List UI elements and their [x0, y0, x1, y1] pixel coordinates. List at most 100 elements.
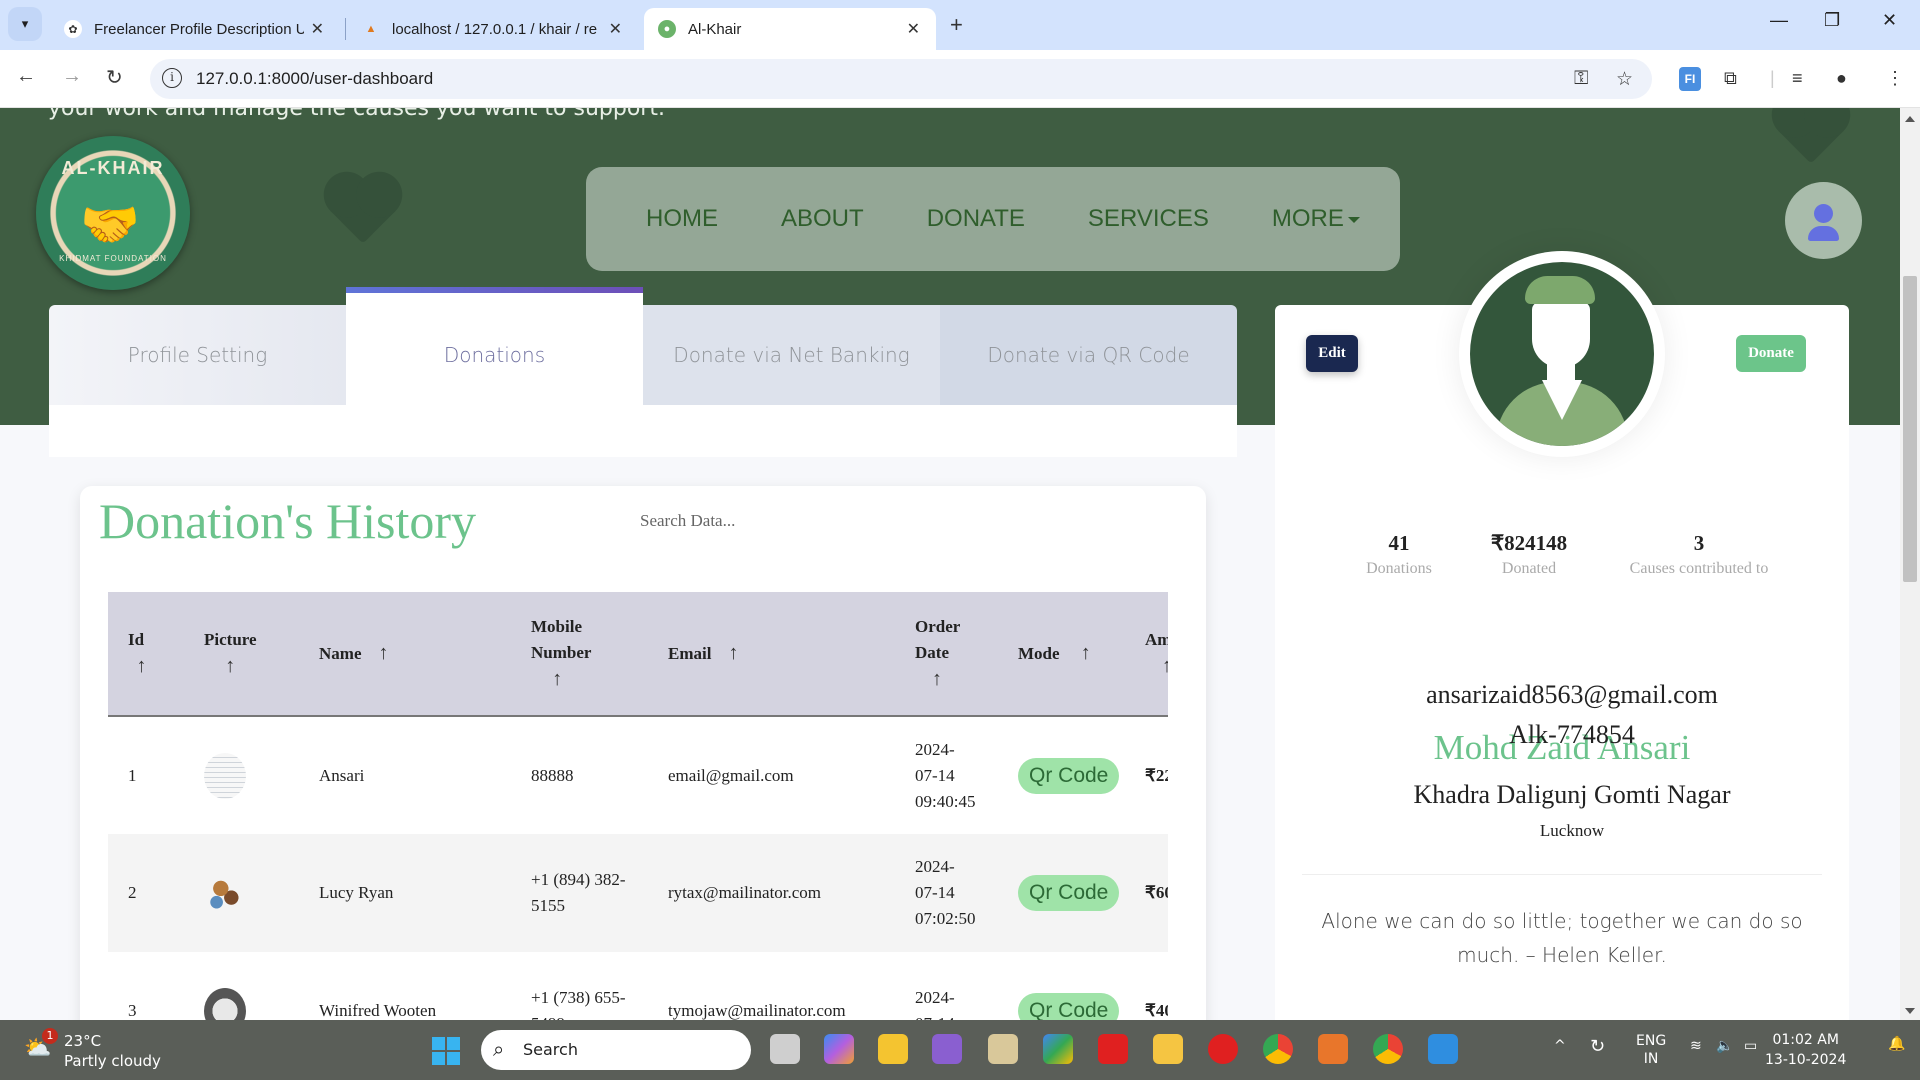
browser-tab-2[interactable]: ▲ localhost / 127.0.0.1 / khair / re ✕ — [348, 8, 638, 50]
chrome-active-icon[interactable] — [1373, 1034, 1403, 1064]
task-view-icon[interactable] — [770, 1034, 800, 1064]
taskbar-search[interactable]: ⌕ Search — [481, 1030, 751, 1070]
table-row: 1 Ansari 88888 email@gmail.com 2024- 07-1… — [108, 716, 1168, 834]
nav-donate[interactable]: DONATE — [927, 205, 1025, 233]
sort-arrow-icon[interactable]: ↑ — [1162, 655, 1168, 677]
show-hidden-icons[interactable]: ^ — [1554, 1038, 1566, 1054]
extensions-puzzle-icon[interactable]: ⧉ — [1724, 68, 1737, 89]
nav-more-label: MORE — [1271, 205, 1344, 232]
nav-about[interactable]: ABOUT — [781, 205, 864, 233]
media-control-icon[interactable]: ≡ — [1792, 68, 1803, 89]
search-input[interactable] — [640, 506, 940, 536]
cell-mode: Qr Code — [998, 952, 1125, 1020]
profile-icon[interactable]: ● — [1836, 68, 1847, 89]
nav-more-dropdown[interactable]: MORE — [1272, 205, 1360, 233]
google-meet-icon[interactable] — [1043, 1034, 1073, 1064]
scroll-down-arrow-icon[interactable] — [1905, 1008, 1915, 1014]
stat-value: 41 — [1388, 531, 1410, 555]
cell-order-date: 2024-07-14 — [895, 952, 998, 1020]
app-icon[interactable] — [988, 1034, 1018, 1064]
extension-fi-icon[interactable]: FI — [1679, 67, 1701, 91]
cell-picture — [184, 952, 299, 1020]
tab-donate-net-banking[interactable]: Donate via Net Banking — [643, 305, 940, 405]
tab-profile-setting[interactable]: Profile Setting — [49, 305, 346, 405]
donor-picture[interactable] — [204, 870, 246, 916]
sort-arrow-icon[interactable]: ↑ — [378, 642, 388, 664]
youtube-icon[interactable] — [1098, 1034, 1128, 1064]
donor-picture[interactable] — [204, 988, 246, 1020]
scroll-up-arrow-icon[interactable] — [1905, 116, 1915, 122]
handshake-icon: 🤝 — [80, 199, 140, 252]
edit-profile-button[interactable]: Edit — [1306, 335, 1358, 372]
volume-icon[interactable]: 🔈 — [1716, 1038, 1733, 1054]
chrome-icon[interactable] — [1263, 1034, 1293, 1064]
tab-donations[interactable]: Donations — [346, 287, 643, 405]
col-name[interactable]: Name ↑ — [299, 592, 511, 717]
browser-menu-icon[interactable]: ⋮ — [1886, 68, 1904, 89]
tab-search-button[interactable]: ▾ — [8, 7, 42, 41]
al-khair-logo[interactable]: AL-KHAIR 🤝 KHIDMAT FOUNDATION — [36, 136, 190, 290]
sync-icon[interactable]: ↻ — [1590, 1036, 1605, 1057]
bookmark-star-icon[interactable]: ☆ — [1616, 68, 1633, 91]
sort-arrow-icon[interactable]: ↑ — [932, 668, 942, 690]
browser-tab-3-active[interactable]: ● Al-Khair ✕ — [644, 8, 936, 50]
system-clock[interactable]: 01:02 AM 13-10-2024 — [1765, 1030, 1846, 1070]
browser-tab-1[interactable]: ✿ Freelancer Profile Description U ✕ — [50, 8, 340, 50]
close-tab-icon[interactable]: ✕ — [907, 19, 920, 39]
address-bar[interactable]: i 127.0.0.1:8000/user-dashboard ⚿ ☆ — [150, 59, 1652, 99]
sort-arrow-icon[interactable]: ↑ — [728, 642, 738, 664]
openai-icon: ✿ — [64, 20, 82, 38]
sort-arrow-icon[interactable]: ↑ — [1081, 642, 1091, 664]
battery-icon[interactable]: ▭ — [1744, 1038, 1757, 1054]
forward-icon[interactable]: → — [62, 65, 82, 88]
file-explorer-icon[interactable] — [878, 1034, 908, 1064]
site-info-icon[interactable]: i — [162, 68, 182, 88]
xampp-icon[interactable] — [1318, 1034, 1348, 1064]
col-id[interactable]: Id ↑ — [108, 592, 184, 717]
donation-history-title: Donation's History — [99, 493, 477, 549]
nav-home[interactable]: HOME — [646, 205, 718, 233]
youtube-music-icon[interactable] — [1208, 1034, 1238, 1064]
col-email[interactable]: Email ↑ — [648, 592, 895, 717]
back-icon[interactable]: ← — [16, 65, 36, 88]
new-tab-icon[interactable]: + — [950, 12, 963, 38]
vscode-icon[interactable] — [1428, 1034, 1458, 1064]
col-order-date[interactable]: Order Date ↑ — [895, 592, 998, 717]
alkhair-favicon: ● — [658, 20, 676, 38]
donation-table-scroll[interactable]: Id ↑ Picture ↑ Name ↑ Mobile Number ↑ Em… — [108, 592, 1168, 1020]
url-text[interactable]: 127.0.0.1:8000/user-dashboard — [196, 69, 433, 89]
wifi-icon[interactable]: ≋ — [1690, 1038, 1702, 1054]
close-window-icon[interactable]: ✕ — [1882, 10, 1897, 31]
col-amount[interactable]: Am ↑ — [1125, 592, 1168, 717]
donor-picture[interactable] — [204, 752, 246, 799]
copilot-icon[interactable] — [824, 1034, 854, 1064]
close-tab-icon[interactable]: ✕ — [609, 19, 622, 39]
sort-arrow-icon[interactable]: ↑ — [225, 655, 235, 677]
col-mobile[interactable]: Mobile Number ↑ — [511, 592, 648, 717]
app-preview-icon[interactable] — [932, 1034, 962, 1064]
windows-start-icon[interactable] — [432, 1037, 460, 1065]
col-mode[interactable]: Mode ↑ — [998, 592, 1125, 717]
mode-badge: Qr Code — [1018, 875, 1120, 911]
minimize-icon[interactable]: — — [1770, 10, 1788, 31]
notifications-bell-icon[interactable]: 🔔 — [1888, 1036, 1905, 1052]
donate-button[interactable]: Donate — [1736, 335, 1806, 372]
nav-services[interactable]: SERVICES — [1088, 205, 1209, 233]
restore-icon[interactable]: ❐ — [1824, 10, 1840, 31]
password-key-icon[interactable]: ⚿ — [1574, 68, 1588, 90]
profile-address: Khadra Daligunj Gomti Nagar — [1413, 780, 1731, 809]
sort-arrow-icon[interactable]: ↑ — [552, 668, 562, 690]
close-tab-icon[interactable]: ✕ — [311, 19, 324, 39]
sort-arrow-icon[interactable]: ↑ — [137, 655, 147, 677]
cell-email: tymojaw@mailinator.com — [668, 1001, 846, 1020]
scrollbar-thumb[interactable] — [1903, 276, 1917, 582]
language-indicator[interactable]: ENG IN — [1636, 1032, 1666, 1068]
col-label: Mobile Number — [531, 617, 592, 662]
page-scrollbar[interactable] — [1900, 108, 1920, 1020]
col-picture[interactable]: Picture ↑ — [184, 592, 299, 717]
tab-donate-qr-code[interactable]: Donate via QR Code — [940, 305, 1237, 405]
reload-icon[interactable]: ↻ — [106, 65, 123, 90]
col-label: Picture — [204, 630, 257, 649]
app-folder-icon[interactable] — [1153, 1034, 1183, 1064]
user-account-button[interactable] — [1785, 182, 1862, 259]
